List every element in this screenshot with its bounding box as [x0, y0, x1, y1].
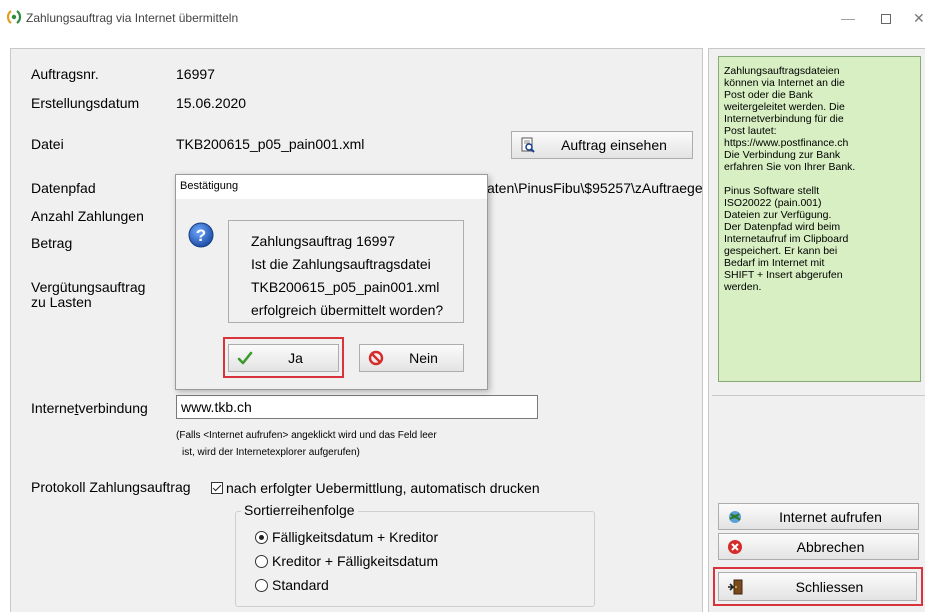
protokoll-label: Protokoll Zahlungsauftrag [31, 479, 191, 495]
help-box: Zahlungsauftragsdateien können via Inter… [718, 56, 921, 382]
checkbox-checked-icon [211, 482, 223, 494]
datei-value: TKB200615_p05_pain001.xml [176, 136, 365, 152]
stop-icon [368, 350, 384, 366]
dialog-message-box: Zahlungsauftrag 16997 Ist die Zahlungsau… [228, 220, 464, 323]
dialog-title: Bestätigung [180, 180, 239, 192]
anzahl-zahlungen-label: Anzahl Zahlungen [31, 208, 144, 224]
auftragsnr-value: 16997 [176, 66, 215, 82]
sort-option-kreditor-faelligkeit[interactable]: Kreditor + Fälligkeitsdatum [255, 553, 438, 569]
sort-option-label: Standard [272, 577, 329, 593]
internetverbindung-input[interactable] [176, 395, 538, 419]
side-divider [712, 395, 925, 396]
dialog-message-line-1: Zahlungsauftrag 16997 [251, 233, 395, 249]
schliessen-label: Schliessen [795, 578, 864, 595]
erstellungsdatum-value: 15.06.2020 [176, 95, 247, 111]
internet-note-line-1: (Falls <Internet aufrufen> angeklickt wi… [176, 430, 437, 441]
question-icon: ? [188, 222, 214, 248]
cancel-icon [728, 539, 742, 554]
dialog-message-line-4: erfolgreich übermittelt worden? [251, 302, 444, 318]
protokoll-checkbox[interactable]: nach erfolgter Uebermittlung, automatisc… [211, 480, 540, 496]
checkmark-icon [237, 351, 253, 365]
ja-label: Ja [288, 350, 303, 366]
help-text-paragraph-1: Zahlungsauftragsdateien können via Inter… [724, 65, 856, 173]
betrag-label: Betrag [31, 235, 73, 251]
exit-door-icon [728, 579, 743, 594]
datenpfad-value: aten\PinusFibu\$95257\zAuftraege [487, 180, 703, 196]
auftrag-einsehen-button[interactable]: Auftrag einsehen [511, 131, 693, 159]
abbrechen-button[interactable]: Abbrechen [718, 533, 919, 560]
dialog-message-line-3: TKB200615_p05_pain001.xml [251, 279, 440, 295]
datenpfad-label: Datenpfad [31, 180, 96, 196]
sort-option-label: Kreditor + Fälligkeitsdatum [272, 553, 439, 569]
sort-option-faelligkeit-kreditor[interactable]: Fälligkeitsdatum + Kreditor [255, 529, 438, 545]
ja-button[interactable]: Ja [228, 344, 339, 372]
window-titlebar: Zahlungsauftrag via Internet übermitteln… [0, 0, 925, 36]
protokoll-checkbox-label: nach erfolgter Uebermittlung, automatisc… [226, 480, 540, 496]
nein-label: Nein [409, 350, 438, 366]
auftrag-einsehen-label: Auftrag einsehen [561, 137, 667, 153]
maximize-button[interactable] [876, 8, 896, 28]
internet-note-line-2: ist, wird der Internetexplorer aufgerufe… [182, 447, 360, 458]
radio-icon [255, 578, 268, 592]
preview-icon [521, 137, 535, 153]
help-text-paragraph-2: Pinus Software stellt ISO20022 (pain.001… [724, 185, 849, 293]
sort-group-legend: Sortierreihenfolge [241, 502, 358, 518]
maximize-icon [881, 14, 891, 25]
radio-icon [255, 554, 268, 568]
close-button[interactable]: ✕ [913, 8, 925, 28]
internet-aufrufen-button[interactable]: Internet aufrufen [718, 503, 919, 530]
datei-label: Datei [31, 136, 64, 152]
app-icon [6, 10, 22, 24]
auftragsnr-label: Auftragsnr. [31, 66, 99, 82]
zu-lasten-label: zu Lasten [31, 294, 92, 310]
svg-text:?: ? [196, 226, 206, 245]
verguetungsauftrag-label: Vergütungsauftrag [31, 279, 146, 295]
dialog-message-line-2: Ist die Zahlungsauftragsdatei [251, 256, 431, 272]
confirmation-dialog: Bestätigung ? Zahlungsauftrag 16997 Ist … [175, 174, 488, 390]
internet-aufrufen-label: Internet aufrufen [779, 508, 882, 525]
internetverbindung-label: Internetverbindung [31, 400, 148, 416]
sort-option-label: Fälligkeitsdatum + Kreditor [272, 529, 439, 545]
erstellungsdatum-label: Erstellungsdatum [31, 95, 140, 111]
dialog-titlebar: Bestätigung [176, 175, 487, 199]
internet-icon [729, 510, 741, 523]
sort-option-standard[interactable]: Standard [255, 577, 329, 593]
radio-selected-icon [255, 530, 268, 544]
nein-button[interactable]: Nein [359, 344, 464, 372]
window-title: Zahlungsauftrag via Internet übermitteln [26, 11, 239, 25]
abbrechen-label: Abbrechen [796, 538, 865, 555]
schliessen-button[interactable]: Schliessen [718, 572, 917, 601]
minimize-button[interactable]: — [838, 8, 858, 28]
